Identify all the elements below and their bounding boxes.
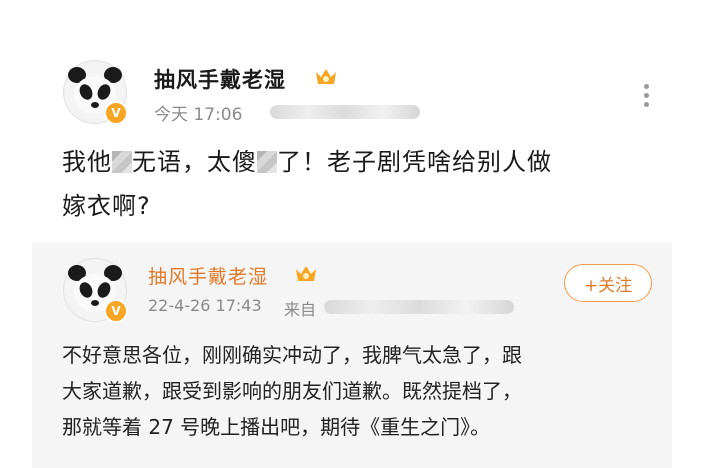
post-username[interactable]: 抽风手戴老湿 xyxy=(154,64,286,94)
follow-button[interactable]: +关注 xyxy=(564,264,652,302)
post-source-redacted xyxy=(270,105,420,119)
post-timestamp: 今天 17:06 xyxy=(154,105,243,125)
censor-mosaic xyxy=(112,151,132,173)
verified-badge-icon: V xyxy=(104,101,128,125)
repost-source-redacted xyxy=(324,300,514,314)
repost-text: 不好意思各位，刚刚确实冲动了，我脾气太急了，跟 大家道歉，跟受到影响的朋友们道歉… xyxy=(62,337,662,445)
repost-text-line: 大家道歉，跟受到影响的朋友们道歉。既然提档了， xyxy=(62,379,522,403)
repost-text-line: 不好意思各位，刚刚确实冲动了，我脾气太急了，跟 xyxy=(62,343,522,367)
post-text-part: 了！老子剧凭啥给别人做 xyxy=(277,148,552,176)
post-text-part: 我他 xyxy=(62,148,112,176)
more-icon[interactable] xyxy=(644,84,650,111)
weibo-post: V 抽风手戴老湿 今天 17:06 我他 无语，太傻 了！老子剧凭啥给别人做 嫁衣啊… xyxy=(32,18,672,242)
post-text: 我他 无语，太傻 了！老子剧凭啥给别人做 嫁衣啊? xyxy=(62,140,662,228)
repost-text-line: 那就等着 27 号晚上播出吧，期待《重生之门》。 xyxy=(62,415,491,439)
crown-badge-icon xyxy=(316,69,336,84)
panda-avatar[interactable]: V xyxy=(63,60,128,125)
post-text-part: 嫁衣啊? xyxy=(62,192,151,220)
repost-source-prefix: 来自 xyxy=(284,300,317,319)
panda-avatar[interactable]: V xyxy=(63,258,128,323)
quoted-post[interactable]: V 抽风手戴老湿 22-4-26 17:43 来自 +关注 不好意思各位，刚刚确… xyxy=(32,242,672,468)
verified-badge-icon: V xyxy=(104,299,128,323)
post-text-part: 无语，太傻 xyxy=(132,148,257,176)
repost-username[interactable]: 抽风手戴老湿 xyxy=(148,262,268,289)
censor-mosaic xyxy=(257,151,277,173)
repost-timestamp: 22-4-26 17:43 xyxy=(148,296,262,315)
crown-badge-icon xyxy=(296,266,316,281)
